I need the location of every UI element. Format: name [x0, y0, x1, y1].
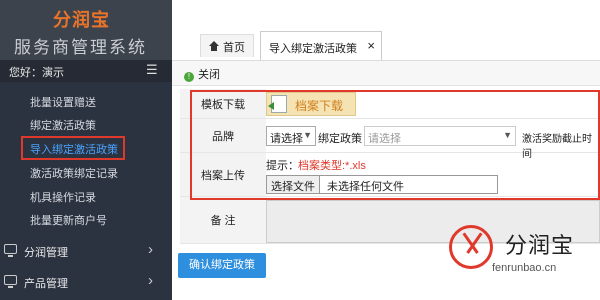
remark-label: 备 注: [180, 197, 266, 243]
tab-import-policy[interactable]: 导入绑定激活政策 ×: [260, 31, 382, 60]
close-circle-icon: !: [184, 72, 194, 82]
tab-home-label: 首页: [223, 42, 245, 54]
sidebar-group-product[interactable]: 产品管理 ›: [0, 271, 172, 295]
sidebar-item-update-merchant[interactable]: 批量更新商户号: [30, 212, 107, 228]
sidebar-group-label: 产品管理: [24, 278, 68, 290]
chevron-right-icon: ›: [148, 272, 153, 289]
watermark-name: 分润宝: [505, 233, 575, 258]
user-greeting: 您好：演示: [9, 67, 64, 79]
close-tab-icon[interactable]: ×: [367, 38, 375, 53]
sidebar-item-import-policy[interactable]: 导入绑定激活政策: [21, 136, 125, 160]
chevron-right-icon: ›: [148, 241, 153, 258]
home-icon: [209, 41, 219, 52]
monitor-icon: [4, 244, 17, 257]
sidebar-item-policy-record[interactable]: 激活政策绑定记录: [30, 165, 118, 181]
sidebar-item-batch-gift[interactable]: 批量设置赠送: [30, 94, 96, 110]
watermark-logo-icon: [449, 225, 493, 269]
sidebar-item-bind-policy[interactable]: 绑定激活政策: [30, 117, 96, 133]
sidebar: 分润宝 服务商管理系统 您好：演示 ☰ 批量设置赠送 绑定激活政策 导入绑定激活…: [0, 0, 172, 300]
greeting-row: 您好：演示 ☰: [0, 60, 172, 82]
highlight-box: [190, 90, 600, 200]
close-button-label: 关闭: [198, 69, 220, 81]
sidebar-group-label: 分润管理: [24, 247, 68, 259]
sidebar-group-profit[interactable]: 分润管理 ›: [0, 240, 172, 264]
tab-bar: 首页 导入绑定激活政策 ×: [172, 0, 600, 60]
watermark-domain: fenrunbao.cn: [492, 262, 557, 274]
tab-active-label: 导入绑定激活政策: [269, 43, 357, 55]
brand-subtitle: 服务商管理系统: [14, 38, 147, 57]
toolbar: ! 关闭: [172, 60, 600, 86]
sidebar-item-device-log[interactable]: 机具操作记录: [30, 189, 96, 205]
logo-area: 分润宝 服务商管理系统: [0, 0, 172, 60]
menu-collapse-icon[interactable]: ☰: [146, 63, 158, 77]
brand-name: 分润宝: [53, 10, 110, 30]
tab-home[interactable]: 首页: [200, 34, 254, 57]
monitor-icon: [4, 275, 17, 288]
confirm-bind-button[interactable]: 确认绑定政策: [178, 253, 266, 278]
close-button[interactable]: ! 关闭: [184, 66, 220, 82]
